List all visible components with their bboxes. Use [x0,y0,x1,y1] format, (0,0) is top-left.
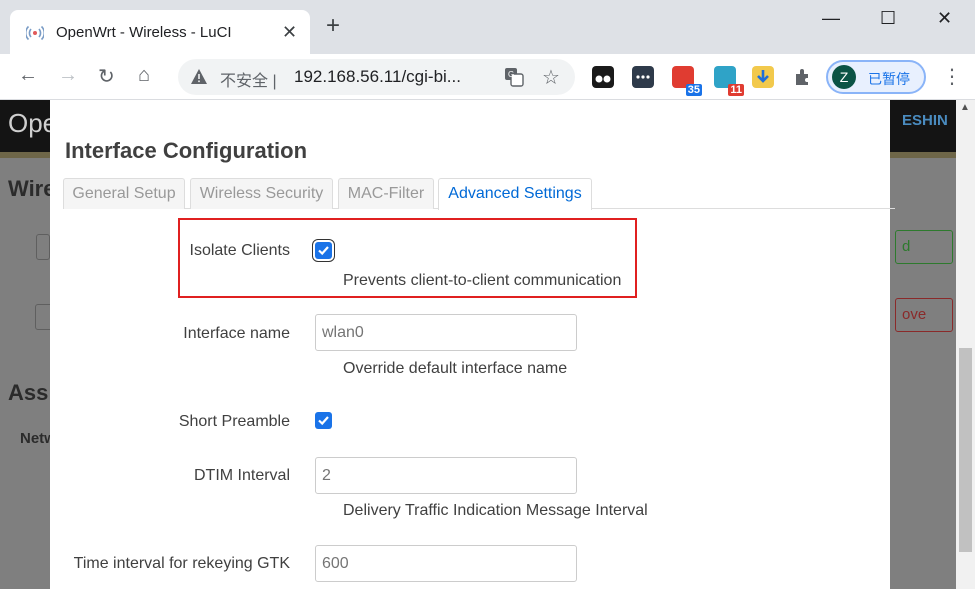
short-preamble-checkbox[interactable] [315,412,332,429]
minimize-button[interactable]: — [822,8,840,29]
close-window-button[interactable]: ✕ [937,8,952,29]
tab-general-setup[interactable]: General Setup [63,178,185,209]
address-bar[interactable]: 不安全 | 192.168.56.11/cgi-bi... G ☆ [178,59,575,95]
browser-tab[interactable]: OpenWrt - Wireless - LuCI ✕ [10,10,310,54]
page-scrollbar[interactable]: ▲ [956,100,975,589]
modal-title: Interface Configuration [65,138,308,163]
browser-toolbar: ← → ↻ ⌂ 不安全 | 192.168.56.11/cgi-bi... G … [0,54,975,100]
rekey-gtk-input[interactable] [315,545,577,582]
forward-button[interactable]: → [58,64,78,87]
browser-menu-icon[interactable]: ⋮ [942,64,962,89]
dtim-interval-input[interactable] [315,457,577,494]
profile-button[interactable]: Z 已暂停 [826,60,926,94]
interface-name-description: Override default interface name [343,360,568,377]
scroll-thumb[interactable] [959,348,972,552]
add-button: d [895,230,953,264]
wireless-heading: Wire [8,176,56,201]
new-tab-button[interactable]: + [326,14,340,38]
home-button[interactable]: ⌂ [138,64,150,87]
warning-icon [191,69,207,84]
chat-ext-icon[interactable] [632,66,654,88]
interface-name-label: Interface name [183,325,290,342]
dtim-interval-description: Delivery Traffic Indication Message Inte… [343,502,648,519]
tab-title: OpenWrt - Wireless - LuCI [56,24,232,41]
isolate-clients-label: Isolate Clients [189,242,291,259]
translate-icon[interactable]: G [504,67,524,87]
reload-button[interactable]: ↻ [98,64,115,89]
back-button[interactable]: ← [18,64,38,87]
hostname-label: ESHIN [902,112,948,129]
dtim-interval-label: DTIM Interval [193,467,290,484]
scroll-up-icon[interactable]: ▲ [960,102,970,113]
url-text[interactable]: 192.168.56.11/cgi-bi... [294,67,461,87]
tab-wireless-security[interactable]: Wireless Security [190,178,333,209]
config-tabs: General Setup Wireless Security MAC-Filt… [63,178,895,210]
wireless-icon [26,25,44,41]
remove-button: ove [895,298,953,332]
puzzle-icon[interactable] [792,66,814,88]
maximize-button[interactable]: ☐ [880,8,896,29]
profile-status: 已暂停 [868,71,910,87]
tab-close-icon[interactable]: ✕ [282,22,297,43]
rekey-gtk-label: Time interval for rekeying GTK [73,555,290,572]
tab-advanced-settings[interactable]: Advanced Settings [438,178,592,210]
short-preamble-label: Short Preamble [178,413,290,430]
check-icon [318,416,329,426]
svg-text:G: G [508,70,514,79]
isolate-clients-description: Prevents client-to-client communication [343,272,622,289]
red-ext-icon[interactable]: 35 [672,66,702,96]
tampermonkey-icon[interactable] [592,66,614,88]
security-label[interactable]: 不安全 | [220,67,277,91]
bookmark-star-icon[interactable]: ☆ [542,65,560,90]
interface-config-modal: Interface Configuration General Setup Wi… [50,100,895,589]
avatar: Z [832,65,856,89]
check-icon [318,246,329,256]
associated-heading: Ass [8,380,49,405]
multi-ext-icon[interactable]: 11 [714,66,744,96]
download-ext-icon[interactable] [752,66,774,88]
interface-name-input[interactable] [315,314,577,351]
browser-titlebar: OpenWrt - Wireless - LuCI ✕ + — ☐ ✕ [0,0,975,54]
red-ext-badge: 35 [685,84,702,96]
multi-ext-badge: 11 [728,84,744,96]
tab-mac-filter[interactable]: MAC-Filter [338,178,434,209]
isolate-clients-checkbox[interactable] [315,242,332,259]
